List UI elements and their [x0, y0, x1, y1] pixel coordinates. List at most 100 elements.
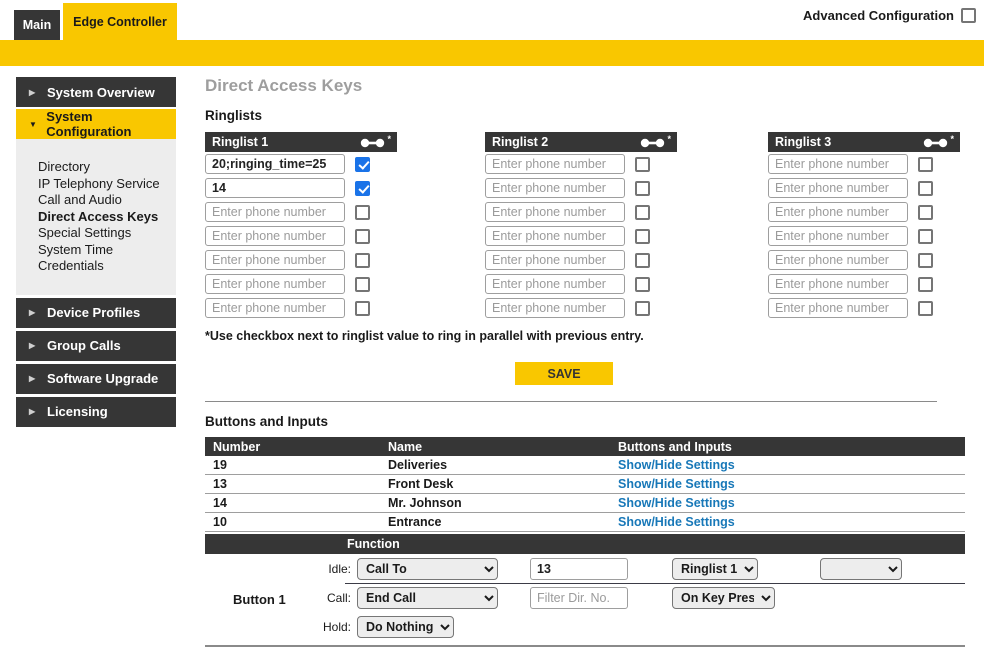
- phone-number-input[interactable]: [205, 154, 345, 174]
- ringlist-entry: [205, 200, 397, 224]
- idle-action-select[interactable]: Call To: [357, 558, 498, 580]
- sidebar-item-credentials[interactable]: Credentials: [38, 258, 176, 275]
- phone-number-input[interactable]: [205, 178, 345, 198]
- accent-bar: [0, 40, 984, 66]
- ringlist-entry: [768, 200, 960, 224]
- sidebar-item-software-upgrade[interactable]: ▶ Software Upgrade: [16, 364, 176, 394]
- parallel-ring-checkbox[interactable]: [918, 205, 933, 220]
- chevron-right-icon: ▶: [29, 407, 47, 416]
- call-filter-input[interactable]: [530, 587, 628, 609]
- ringlist-entry: [768, 176, 960, 200]
- table-body: 19 Deliveries Show/Hide Settings 13 Fron…: [205, 456, 965, 532]
- sidebar-item-system-configuration[interactable]: ▼ System Configuration: [16, 109, 176, 139]
- sidebar-item-call-and-audio[interactable]: Call and Audio: [38, 192, 176, 209]
- show-hide-settings-link[interactable]: Show/Hide Settings: [618, 496, 735, 510]
- save-button[interactable]: SAVE: [515, 362, 613, 385]
- advanced-configuration-checkbox[interactable]: [961, 8, 976, 23]
- ringlist-entry: [485, 296, 677, 320]
- parallel-ring-icon: [359, 136, 386, 149]
- sidebar-item-system-time[interactable]: System Time: [38, 242, 176, 259]
- parallel-ring-checkbox[interactable]: [355, 205, 370, 220]
- phone-number-input[interactable]: [768, 274, 908, 294]
- phone-number-input[interactable]: [768, 298, 908, 318]
- parallel-ring-checkbox[interactable]: [635, 157, 650, 172]
- ringlist-entry: [768, 272, 960, 296]
- phone-number-input[interactable]: [768, 154, 908, 174]
- ringlist-entry: [768, 296, 960, 320]
- tab-main[interactable]: Main: [14, 10, 60, 40]
- show-hide-settings-link[interactable]: Show/Hide Settings: [618, 458, 735, 472]
- parallel-ring-checkbox[interactable]: [355, 157, 370, 172]
- idle-number-input[interactable]: [530, 558, 628, 580]
- chevron-right-icon: ▶: [29, 88, 47, 97]
- sidebar-item-system-overview[interactable]: ▶ System Overview: [16, 77, 176, 107]
- call-action-select[interactable]: End Call: [357, 587, 498, 609]
- sidebar-item-special-settings[interactable]: Special Settings: [38, 225, 176, 242]
- parallel-ring-checkbox[interactable]: [355, 229, 370, 244]
- phone-number-input[interactable]: [485, 250, 625, 270]
- parallel-ring-checkbox[interactable]: [355, 301, 370, 316]
- phone-number-input[interactable]: [205, 274, 345, 294]
- parallel-ring-checkbox[interactable]: [355, 181, 370, 196]
- tab-edge-controller[interactable]: Edge Controller: [63, 3, 177, 40]
- function-panel: Function Button 1 Idle: Call To Ringlist…: [205, 534, 965, 647]
- sidebar-item-device-profiles[interactable]: ▶ Device Profiles: [16, 298, 176, 328]
- chevron-right-icon: ▶: [29, 308, 47, 317]
- parallel-ring-checkbox[interactable]: [635, 301, 650, 316]
- cell-number: 14: [205, 496, 380, 510]
- phone-number-input[interactable]: [485, 202, 625, 222]
- phone-number-input[interactable]: [485, 226, 625, 246]
- ringlist-entry: [768, 248, 960, 272]
- phone-number-input[interactable]: [485, 274, 625, 294]
- parallel-ring-checkbox[interactable]: [918, 229, 933, 244]
- call-label: Call:: [305, 591, 351, 605]
- phone-number-input[interactable]: [485, 298, 625, 318]
- idle-extra-select[interactable]: [820, 558, 902, 580]
- phone-number-input[interactable]: [485, 154, 625, 174]
- ringlist-title: Ringlist 3: [775, 135, 831, 149]
- hold-action-select[interactable]: Do Nothing: [357, 616, 454, 638]
- sidebar-item-licensing[interactable]: ▶ Licensing: [16, 397, 176, 427]
- section-divider: [205, 401, 937, 402]
- parallel-ring-checkbox[interactable]: [635, 181, 650, 196]
- table-header-row: Number Name Buttons and Inputs: [205, 437, 965, 456]
- parallel-ring-checkbox[interactable]: [635, 205, 650, 220]
- phone-number-input[interactable]: [205, 298, 345, 318]
- ringlist-header: Ringlist 1 *: [205, 132, 397, 152]
- parallel-ring-checkbox[interactable]: [635, 229, 650, 244]
- phone-number-input[interactable]: [485, 178, 625, 198]
- footnote-marker: *: [667, 134, 671, 144]
- parallel-ring-checkbox[interactable]: [918, 157, 933, 172]
- phone-number-input[interactable]: [768, 202, 908, 222]
- sidebar-item-group-calls[interactable]: ▶ Group Calls: [16, 331, 176, 361]
- function-row-idle: Idle: Call To Ringlist 1: [205, 554, 965, 583]
- parallel-ring-icon: [639, 136, 666, 149]
- parallel-ring-checkbox[interactable]: [635, 277, 650, 292]
- phone-number-input[interactable]: [768, 250, 908, 270]
- parallel-ring-checkbox[interactable]: [355, 253, 370, 268]
- show-hide-settings-link[interactable]: Show/Hide Settings: [618, 515, 735, 529]
- parallel-ring-checkbox[interactable]: [918, 277, 933, 292]
- phone-number-input[interactable]: [205, 250, 345, 270]
- cell-name: Deliveries: [380, 458, 610, 472]
- ringlist-entry: [205, 176, 397, 200]
- sidebar-item-directory[interactable]: Directory: [38, 159, 176, 176]
- sidebar-item-ip-telephony-service[interactable]: IP Telephony Service: [38, 176, 176, 193]
- function-panel-header: Function: [205, 534, 965, 554]
- phone-number-input[interactable]: [768, 226, 908, 246]
- show-hide-settings-link[interactable]: Show/Hide Settings: [618, 477, 735, 491]
- phone-number-input[interactable]: [205, 202, 345, 222]
- footnote-marker: *: [387, 134, 391, 144]
- parallel-ring-checkbox[interactable]: [635, 253, 650, 268]
- sidebar-item-direct-access-keys[interactable]: Direct Access Keys: [38, 209, 176, 226]
- ringlist-entry: [768, 152, 960, 176]
- phone-number-input[interactable]: [205, 226, 345, 246]
- parallel-ring-checkbox[interactable]: [918, 181, 933, 196]
- parallel-ring-checkbox[interactable]: [918, 301, 933, 316]
- idle-ringlist-select[interactable]: Ringlist 1: [672, 558, 758, 580]
- parallel-ring-checkbox[interactable]: [918, 253, 933, 268]
- parallel-ring-checkbox[interactable]: [355, 277, 370, 292]
- call-mode-select[interactable]: On Key Press: [672, 587, 775, 609]
- main-content: Direct Access Keys Ringlists Ringlist 1 …: [205, 70, 965, 647]
- phone-number-input[interactable]: [768, 178, 908, 198]
